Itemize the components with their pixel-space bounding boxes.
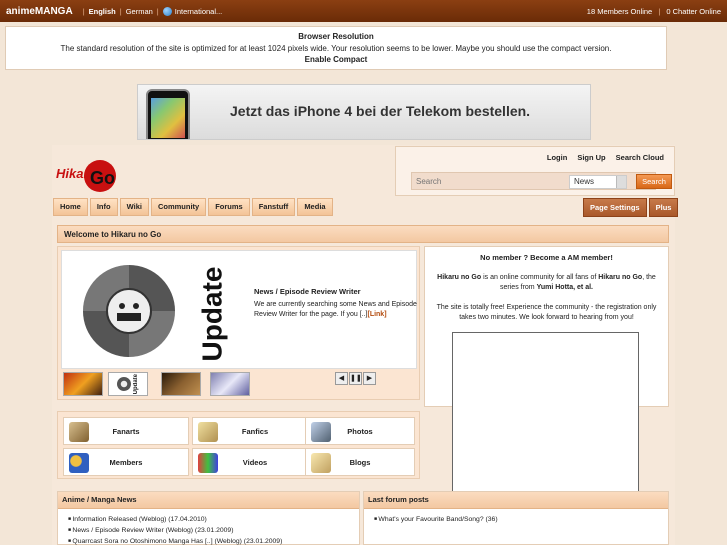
update-label: Update	[196, 266, 227, 362]
forum-list: What's your Favourite Band/Song? (36)	[364, 509, 668, 525]
site-brand[interactable]: animeMANGA	[6, 6, 73, 17]
update-logo-image	[83, 265, 175, 357]
member-free-text: The site is totally free! Experience the…	[436, 304, 657, 321]
notice-title: Browser Resolution	[298, 32, 374, 41]
news-item[interactable]: News / Episode Review Writer (Weblog) (2…	[68, 525, 359, 536]
nav-forums[interactable]: Forums	[208, 198, 250, 216]
members-online-link[interactable]: 18 Members Online	[587, 7, 652, 16]
site-logo[interactable]: Hikaru Go	[54, 154, 120, 194]
section-grid: Fanarts Fanfics Photos Members Videos Bl…	[57, 411, 420, 479]
page-title: Welcome to Hikaru no Go	[57, 225, 669, 243]
ad-frame[interactable]	[452, 332, 639, 496]
nav-media[interactable]: Media	[297, 198, 333, 216]
account-links: Login Sign Up Search Cloud	[547, 153, 664, 162]
lang-international-link[interactable]: International...	[175, 7, 223, 16]
next-icon[interactable]: ▶	[363, 372, 376, 385]
slider-controls: ◀ ❚❚ ▶	[335, 372, 379, 386]
search-cloud-link[interactable]: Search Cloud	[616, 153, 664, 162]
photos-link[interactable]: Photos	[305, 417, 415, 445]
banner-text: Jetzt das iPhone 4 bei der Telekom beste…	[230, 103, 531, 119]
divider: |	[119, 6, 122, 16]
news-box-title: Anime / Manga News	[58, 492, 359, 509]
pencil-icon	[198, 422, 218, 442]
brush-icon	[69, 422, 89, 442]
notice-message: The standard resolution of the site is o…	[60, 43, 612, 53]
slide-news-title[interactable]: News / Episode Review Writer	[254, 287, 361, 296]
member-heading: No member ? Become a AM member!	[480, 253, 613, 262]
top-bar: animeMANGA | English | German | Internat…	[0, 0, 727, 22]
enable-compact-link[interactable]: Enable Compact	[6, 54, 666, 66]
notepad-icon	[311, 453, 331, 473]
news-slider: Update News / Episode Review Writer We a…	[57, 246, 420, 400]
ad-banner[interactable]: Jetzt das iPhone 4 bei der Telekom beste…	[137, 84, 591, 140]
nav-info[interactable]: Info	[89, 198, 118, 216]
search-bar: News Search	[411, 172, 672, 190]
nav-community[interactable]: Community	[150, 198, 207, 216]
fanfics-link[interactable]: Fanfics	[192, 417, 318, 445]
plus-button[interactable]: Plus	[648, 198, 679, 217]
users-icon	[69, 453, 89, 473]
news-item[interactable]: Quarrcast Sora no Otoshimono Manga Has […	[68, 536, 359, 545]
nav-right: Page Settings Plus	[583, 198, 679, 217]
globe-icon	[162, 6, 172, 16]
forum-item[interactable]: What's your Favourite Band/Song? (36)	[374, 514, 668, 525]
signup-link[interactable]: Sign Up	[577, 153, 605, 162]
nav-home[interactable]: Home	[53, 198, 88, 216]
slide-thumb[interactable]	[210, 372, 250, 396]
search-type-value: News	[574, 177, 595, 186]
anime-news-box: Anime / Manga News Information Released …	[57, 491, 360, 545]
pause-icon[interactable]: ❚❚	[349, 372, 362, 385]
nav-wiki[interactable]: Wiki	[119, 198, 149, 216]
tv-icon	[198, 453, 218, 473]
svg-text:Go: Go	[90, 168, 115, 188]
fanarts-link[interactable]: Fanarts	[63, 417, 189, 445]
prev-icon[interactable]: ◀	[335, 372, 348, 385]
slide-thumb[interactable]	[161, 372, 201, 396]
chevron-down-icon	[616, 176, 626, 188]
search-input[interactable]	[412, 173, 547, 189]
member-intro: Hikaru no Go is an online community for …	[437, 274, 656, 291]
slide-thumb[interactable]	[63, 372, 103, 396]
videos-link[interactable]: Videos	[192, 448, 318, 476]
photo-icon	[311, 422, 331, 442]
phone-image	[146, 89, 190, 139]
search-type-select[interactable]: News	[569, 175, 627, 189]
nav-fanstuff[interactable]: Fanstuff	[251, 198, 296, 216]
lang-english-link[interactable]: English	[89, 7, 116, 16]
page-settings-button[interactable]: Page Settings	[583, 198, 647, 217]
slide-link[interactable]: [Link]	[367, 311, 386, 318]
slide-news-body: We are currently searching some News and…	[254, 301, 417, 318]
online-status: 18 Members Online | 0 Chatter Online	[586, 6, 721, 16]
thumb-update-label: Update	[133, 373, 139, 395]
lang-german-link[interactable]: German	[126, 7, 153, 16]
search-button[interactable]: Search	[636, 174, 672, 189]
main-nav: Home Info Wiki Community Forums Fanstuff…	[53, 198, 333, 216]
members-link[interactable]: Members	[63, 448, 189, 476]
divider: |	[156, 6, 159, 16]
news-item[interactable]: Information Released (Weblog) (17.04.201…	[68, 514, 359, 525]
divider: |	[82, 6, 85, 16]
blogs-link[interactable]: Blogs	[305, 448, 415, 476]
slide-thumb[interactable]: Update	[108, 372, 148, 396]
news-list: Information Released (Weblog) (17.04.201…	[58, 509, 359, 545]
resolution-notice: Browser Resolution The standard resoluti…	[5, 26, 667, 70]
slide-main[interactable]: Update News / Episode Review Writer We a…	[61, 250, 417, 369]
chatter-online-link[interactable]: 0 Chatter Online	[666, 7, 721, 16]
login-link[interactable]: Login	[547, 153, 567, 162]
header-panel: Login Sign Up Search Cloud News Search	[395, 146, 675, 196]
forum-box-title: Last forum posts	[364, 492, 668, 509]
forum-posts-box: Last forum posts What's your Favourite B…	[363, 491, 669, 545]
